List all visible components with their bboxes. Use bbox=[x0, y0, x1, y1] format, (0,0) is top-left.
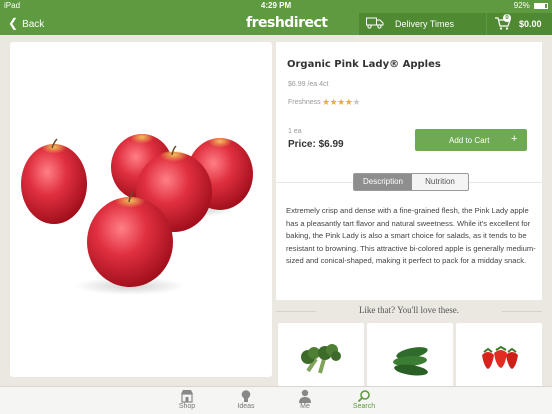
tab-ideas-label: Ideas bbox=[237, 403, 255, 410]
cart-total: $0.00 bbox=[519, 19, 542, 29]
recommendation-card[interactable] bbox=[456, 323, 542, 387]
search-icon bbox=[357, 390, 370, 403]
tab-me[interactable]: Me bbox=[285, 389, 325, 410]
quantity-unit: 1 ea bbox=[288, 128, 302, 135]
plus-icon: + bbox=[511, 133, 518, 145]
tab-search-label: Search bbox=[352, 403, 376, 410]
cart-button[interactable]: 0 $0.00 bbox=[487, 13, 552, 35]
star-empty-icon: ★ bbox=[352, 97, 360, 107]
back-button[interactable]: ❮ Back bbox=[8, 16, 44, 30]
product-image-panel bbox=[10, 42, 272, 377]
freshdirect-logo[interactable]: freshdirect bbox=[246, 15, 328, 31]
star-filled-icon: ★ bbox=[322, 97, 330, 107]
unit-price: $6.99 /ea 4ct bbox=[288, 81, 329, 88]
nav-bar: ❮ Back freshdirect Delivery Times 0 $0.00 bbox=[0, 12, 552, 35]
person-icon bbox=[299, 389, 311, 403]
freshness-label: Freshness bbox=[288, 99, 321, 106]
apple bbox=[21, 138, 87, 224]
add-to-cart-button[interactable]: Add to Cart + bbox=[415, 129, 527, 151]
battery-percent: 92% bbox=[513, 1, 530, 10]
status-bar: iPad 4:29 PM 92% bbox=[0, 0, 552, 12]
freshness-rating: ★★★★★ bbox=[322, 97, 360, 108]
product-image bbox=[21, 134, 253, 295]
recommendation-card[interactable] bbox=[278, 323, 364, 387]
product-description: Extremely crisp and dense with a fine-gr… bbox=[286, 206, 536, 265]
shop-icon bbox=[181, 390, 193, 403]
cucumber-image bbox=[393, 347, 428, 376]
clock: 4:29 PM bbox=[260, 1, 292, 10]
tab-me-label: Me bbox=[300, 403, 310, 410]
tab-description[interactable]: Description bbox=[354, 174, 412, 190]
broccoli-image bbox=[301, 344, 341, 374]
tab-ideas[interactable]: Ideas bbox=[226, 389, 266, 410]
battery-icon bbox=[534, 2, 548, 9]
tab-shop-label: Shop bbox=[178, 403, 196, 410]
add-to-cart-label: Add to Cart bbox=[449, 136, 490, 145]
star-filled-icon: ★ bbox=[337, 97, 345, 107]
product-price: Price: $6.99 bbox=[288, 139, 344, 150]
tab-bar: Shop Ideas Me Search bbox=[0, 386, 552, 414]
delivery-times-label: Delivery Times bbox=[395, 19, 455, 29]
strawberries-image bbox=[482, 345, 518, 369]
product-detail-panel: Organic Pink Lady® Apples $6.99 /ea 4ct … bbox=[276, 42, 542, 300]
tab-shop[interactable]: Shop bbox=[167, 389, 207, 410]
back-label: Back bbox=[22, 19, 45, 30]
product-title: Organic Pink Lady® Apples bbox=[287, 59, 441, 70]
cart-count-badge: 0 bbox=[503, 14, 511, 22]
chevron-left-icon: ❮ bbox=[8, 16, 19, 30]
tab-search[interactable]: Search bbox=[344, 389, 384, 410]
lightbulb-icon bbox=[241, 390, 251, 402]
recommendations-title: Like that? You'll love these. bbox=[358, 305, 460, 315]
truck-icon bbox=[366, 17, 384, 29]
recommendation-card[interactable] bbox=[367, 323, 453, 387]
battery-indicator: 92% bbox=[514, 1, 548, 10]
detail-tabs: Description Nutrition bbox=[353, 173, 469, 191]
delivery-times-button[interactable]: Delivery Times bbox=[359, 13, 486, 35]
tab-nutrition[interactable]: Nutrition bbox=[412, 174, 468, 190]
